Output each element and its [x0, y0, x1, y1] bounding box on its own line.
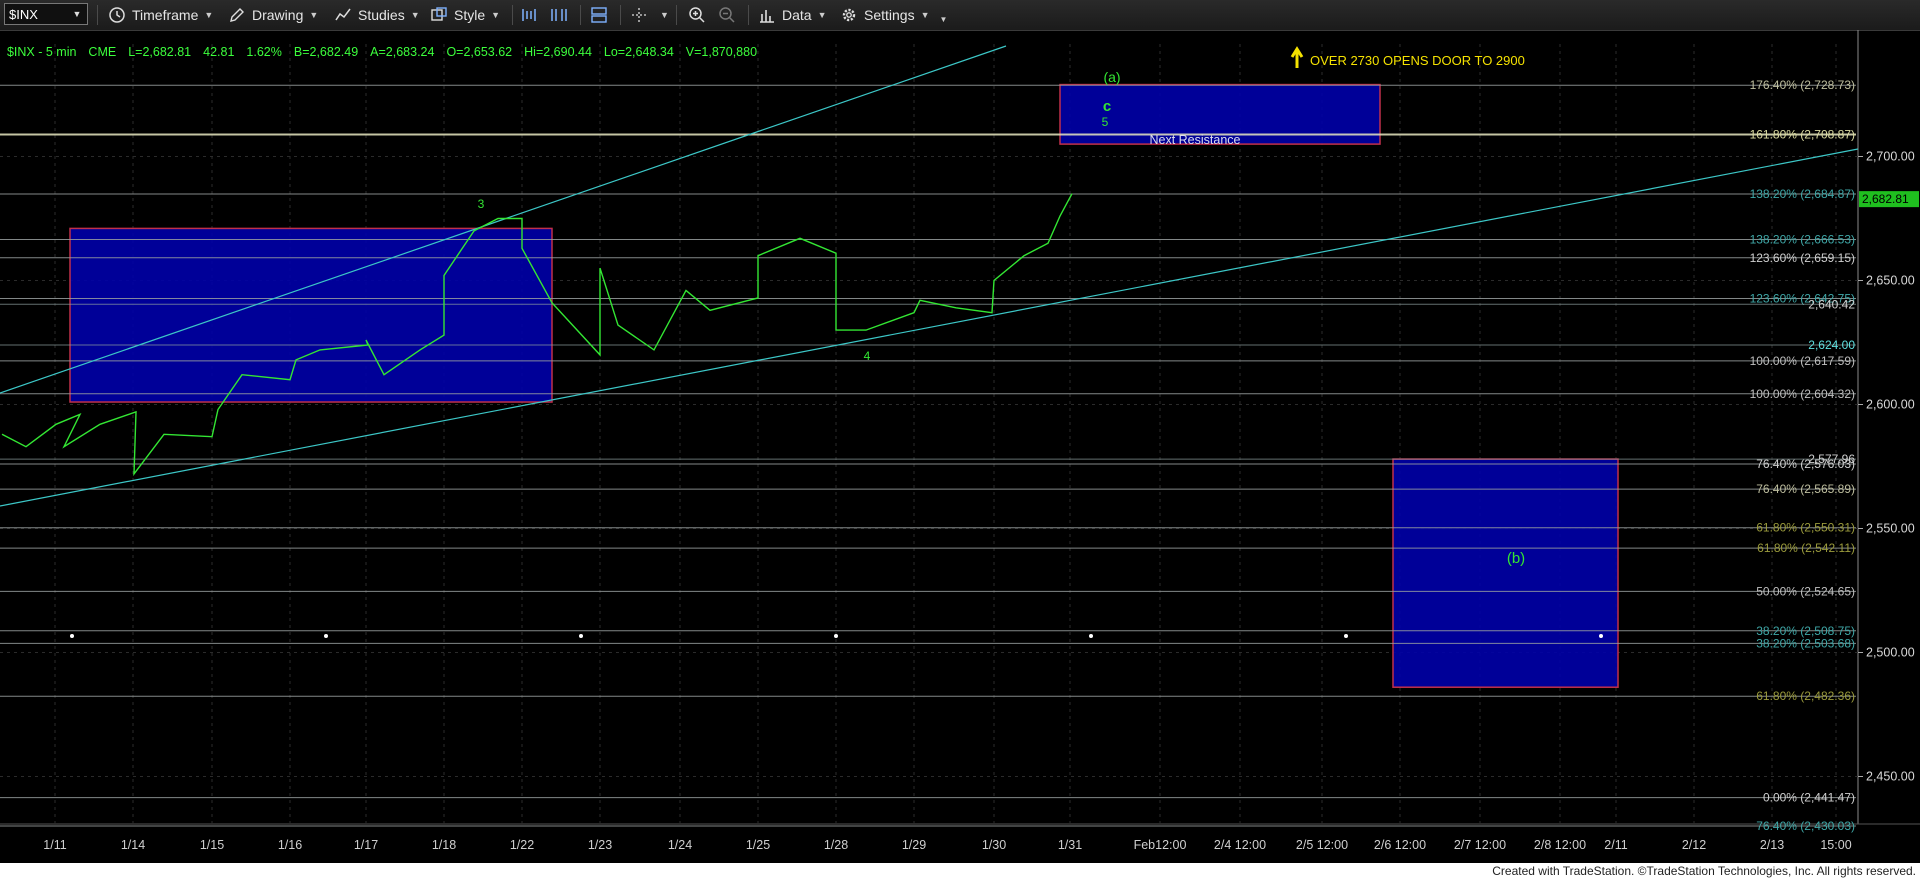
fib-level-label: 100.00% (2,617.59)	[1750, 354, 1855, 368]
y-tick-label: 2,550.00	[1866, 522, 1915, 536]
session-dot	[1089, 634, 1093, 638]
x-tick-label: 2/11	[1604, 838, 1627, 852]
fib-level-label: 61.80% (2,542.11)	[1757, 541, 1855, 555]
wave-annotation: 3	[478, 197, 485, 211]
last-price-label: 2,682.81	[1862, 192, 1909, 206]
x-tick-label: 1/15	[200, 838, 224, 852]
x-tick-label: 1/24	[668, 838, 692, 852]
fib-level-label: 123.60% (2,659.15)	[1750, 251, 1855, 265]
x-tick-label: 1/31	[1058, 838, 1082, 852]
price-level-label: 2,640.42	[1808, 297, 1855, 311]
fib-level-label: 138.20% (2,666.53)	[1750, 233, 1855, 247]
x-tick-label: 1/22	[510, 838, 534, 852]
fib-level-label: 100.00% (2,604.32)	[1750, 387, 1855, 401]
wave-annotation: 5	[1102, 115, 1109, 129]
x-tick-label: 2/7 12:00	[1454, 838, 1506, 852]
copyright-text: Created with TradeStation. ©TradeStation…	[1492, 864, 1916, 878]
x-tick-label: 1/23	[588, 838, 612, 852]
wave-annotation: 4	[864, 349, 871, 363]
x-tick-label: 1/11	[43, 838, 66, 852]
fib-level-label: 61.80% (2,482.36)	[1756, 689, 1855, 703]
wave-annotation: Next Resistance	[1149, 133, 1240, 147]
fib-level-label: 0.00% (2,441.47)	[1763, 791, 1855, 805]
x-tick-label: 1/25	[746, 838, 770, 852]
session-dot	[324, 634, 328, 638]
x-tick-label: 2/5 12:00	[1296, 838, 1348, 852]
x-tick-label: 2/13	[1760, 838, 1784, 852]
y-tick-label: 2,650.00	[1866, 274, 1915, 288]
wave-annotation: c	[1103, 98, 1111, 115]
y-tick-label: 2,700.00	[1866, 150, 1915, 164]
target-box	[69, 227, 553, 403]
session-dot	[1599, 634, 1603, 638]
session-dot	[70, 634, 74, 638]
x-tick-label: 1/16	[278, 838, 302, 852]
fib-level-label: 76.40% (2,565.89)	[1756, 482, 1855, 496]
fib-level-label: 38.20% (2,503.68)	[1756, 636, 1855, 650]
up-arrow-icon	[1290, 46, 1304, 68]
x-tick-label: 1/17	[354, 838, 378, 852]
session-dot	[834, 634, 838, 638]
x-tick-label: Feb12:00	[1134, 838, 1187, 852]
target-box	[1392, 458, 1619, 688]
x-tick-label: 2/8 12:00	[1534, 838, 1586, 852]
price-level-label: 2,624.00	[1808, 338, 1855, 352]
x-tick-label: 2/4 12:00	[1214, 838, 1266, 852]
fib-level-label: 61.80% (2,550.31)	[1756, 521, 1855, 535]
price-level-label: 2,577.96	[1808, 452, 1855, 466]
fib-level-label: 50.00% (2,524.65)	[1756, 584, 1855, 598]
y-tick-label: 2,600.00	[1866, 398, 1915, 412]
x-tick-label: 2/6 12:00	[1374, 838, 1426, 852]
fib-level-label: 176.40% (2,728.73)	[1750, 78, 1855, 92]
session-dot	[579, 634, 583, 638]
wave-annotation: (b)	[1507, 550, 1525, 567]
footer: Created with TradeStation. ©TradeStation…	[0, 863, 1920, 879]
x-tick-label: 1/29	[902, 838, 926, 852]
x-tick-label: 1/14	[121, 838, 145, 852]
fib-level-label: 161.80% (2,708.87)	[1750, 128, 1855, 142]
fib-level-label: 76.40% (2,430.03)	[1756, 819, 1855, 833]
x-tick-label: 2/12	[1682, 838, 1706, 852]
y-tick-label: 2,500.00	[1866, 646, 1915, 660]
x-tick-label: 1/18	[432, 838, 456, 852]
x-tick-label: 15:00	[1820, 838, 1851, 852]
session-dot	[1344, 634, 1348, 638]
x-tick-label: 1/30	[982, 838, 1006, 852]
x-tick-label: 1/28	[824, 838, 848, 852]
price-chart[interactable]: 1/11 1/14 1/15 1/16 1/17 1/18 1/22 1/23 1/24 1/25…	[0, 0, 1920, 863]
y-tick-label: 2,450.00	[1866, 770, 1915, 784]
wave-annotation: (a)	[1103, 69, 1120, 85]
fib-level-label: 138.20% (2,684.87)	[1750, 187, 1855, 201]
wave-annotation: OVER 2730 OPENS DOOR TO 2900	[1310, 53, 1525, 68]
